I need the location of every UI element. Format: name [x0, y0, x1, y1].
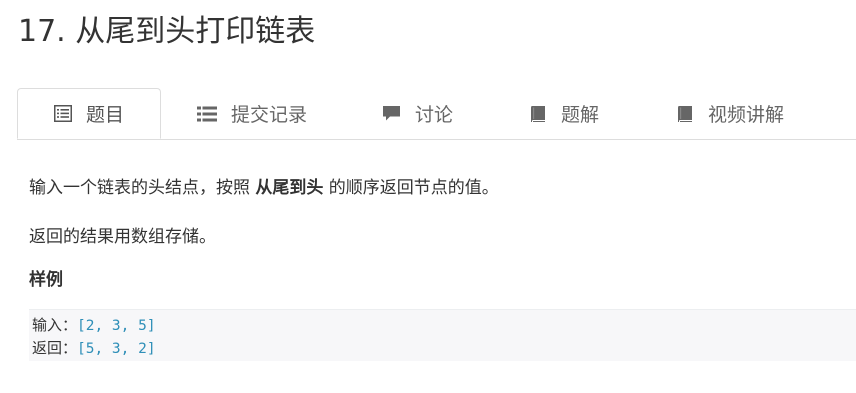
tab-discussion[interactable]: 讨论: [382, 88, 453, 139]
tab-label: 讨论: [415, 104, 454, 126]
page-title: 17. 从尾到头打印链表: [18, 14, 316, 49]
tab-label: 提交记录: [231, 104, 308, 126]
list-icon: [197, 106, 217, 122]
tab-label: 题目: [86, 104, 125, 126]
tab-video[interactable]: 视频讲解: [676, 88, 784, 139]
list-alt-icon: [54, 105, 72, 122]
problem-note: 返回的结果用数组存储。: [29, 227, 216, 247]
input-value: [2, 3, 5]: [77, 318, 156, 334]
input-label: 输入：: [32, 316, 78, 334]
description-text: 输入一个链表的头结点，按照: [29, 178, 256, 198]
book-icon: [529, 105, 547, 123]
book-icon: [676, 105, 694, 123]
tab-solutions[interactable]: 题解: [529, 88, 599, 139]
output-label: 返回：: [32, 339, 78, 357]
output-value: [5, 3, 2]: [77, 341, 156, 357]
example-heading: 样例: [29, 270, 63, 290]
problem-description: 输入一个链表的头结点，按照 从尾到头 的顺序返回节点的值。: [29, 176, 499, 200]
example-code-block: 输入：[2, 3, 5] 返回：[5, 3, 2]: [29, 309, 856, 361]
comment-icon: [382, 105, 401, 122]
tab-problem[interactable]: 题目: [17, 88, 161, 139]
tab-label: 题解: [561, 104, 600, 126]
tab-submissions[interactable]: 提交记录: [197, 88, 307, 139]
description-text: 的顺序返回节点的值。: [323, 178, 499, 198]
tab-bar: 题目 提交记录 讨论 题解 视频讲解: [17, 88, 856, 140]
tab-label: 视频讲解: [708, 104, 785, 126]
example-input-line: 输入：[2, 3, 5]: [32, 314, 856, 337]
example-output-line: 返回：[5, 3, 2]: [32, 337, 856, 360]
description-emphasis: 从尾到头: [255, 178, 324, 198]
